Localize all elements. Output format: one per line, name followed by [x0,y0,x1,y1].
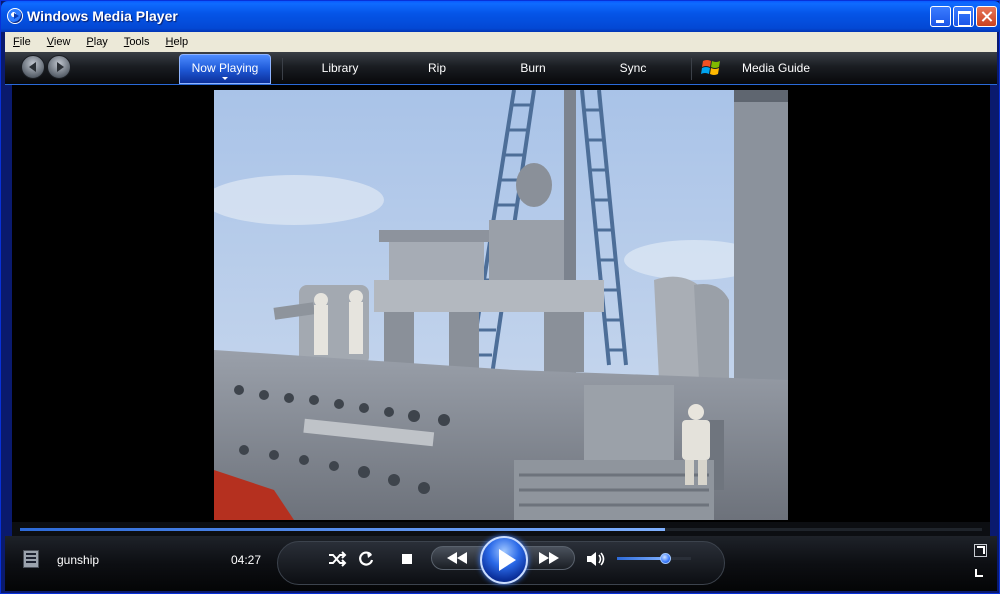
repeat-icon[interactable] [356,549,376,569]
title-bar[interactable]: Windows Media Player [1,1,1000,32]
playback-controls: gunship 04:27 [5,536,997,591]
compact-mode-icon[interactable] [974,565,987,578]
maximize-button[interactable] [953,6,974,27]
video-file-icon [23,550,39,568]
menu-tools[interactable]: Tools [116,32,158,52]
tab-media-guide[interactable]: Media Guide [731,52,821,85]
full-screen-icon[interactable] [974,544,987,557]
play-icon [499,549,516,571]
tab-burn[interactable]: Burn [501,52,565,85]
media-player-app-icon[interactable] [7,8,23,24]
seek-progress-fill [20,528,665,531]
next-icon[interactable] [535,551,563,565]
menu-play-rest: lay [93,36,108,48]
seek-track[interactable] [20,528,982,531]
volume-glyph [587,552,605,566]
play-button[interactable] [480,536,528,584]
tab-divider [282,58,283,80]
windows-flag-icon [701,60,720,75]
back-arrow-icon[interactable] [21,55,45,79]
shuffle-glyph [329,551,347,567]
volume-icon[interactable] [585,549,607,569]
next-tri-2 [549,552,559,564]
media-title: gunship [57,553,100,567]
next-tri-1 [539,552,549,564]
minimize-button[interactable] [930,6,951,27]
video-display[interactable] [12,85,990,522]
previous-icon[interactable] [445,551,473,565]
tab-sync[interactable]: Sync [601,52,665,85]
elapsed-time: 04:27 [231,553,262,567]
previous-tri-1 [447,552,457,564]
tab-now-playing[interactable]: Now Playing [179,54,271,84]
repeat-glyph [359,551,374,566]
window-title: Windows Media Player [27,8,178,24]
video-frame[interactable] [214,90,788,520]
previous-tri-2 [457,552,467,564]
tab-rip[interactable]: Rip [405,52,469,85]
volume-slider[interactable] [617,553,691,564]
seek-bar[interactable] [12,522,990,536]
video-content-image [214,90,788,520]
menu-file[interactable]: File [5,32,39,52]
shuffle-icon[interactable] [327,549,347,569]
menu-help[interactable]: Help [158,32,197,52]
volume-fill [617,557,666,560]
menu-view[interactable]: View [39,32,79,52]
media-player-window: Windows Media Player File View Play Tool… [0,0,1000,594]
tab-divider [691,58,692,80]
menu-tools-rest: ools [129,36,150,48]
menu-play[interactable]: Play [78,32,115,52]
tab-library[interactable]: Library [305,52,375,85]
menu-bar: File View Play Tools Help [5,32,997,52]
forward-arrow-icon[interactable] [47,55,71,79]
menu-help-rest: elp [173,36,189,48]
stop-icon[interactable] [400,552,414,566]
feature-tab-bar: Now Playing Library Rip Burn Sync Media … [5,52,997,85]
menu-view-rest: iew [53,36,71,48]
menu-file-rest: ile [19,36,31,48]
close-button[interactable] [976,6,997,27]
